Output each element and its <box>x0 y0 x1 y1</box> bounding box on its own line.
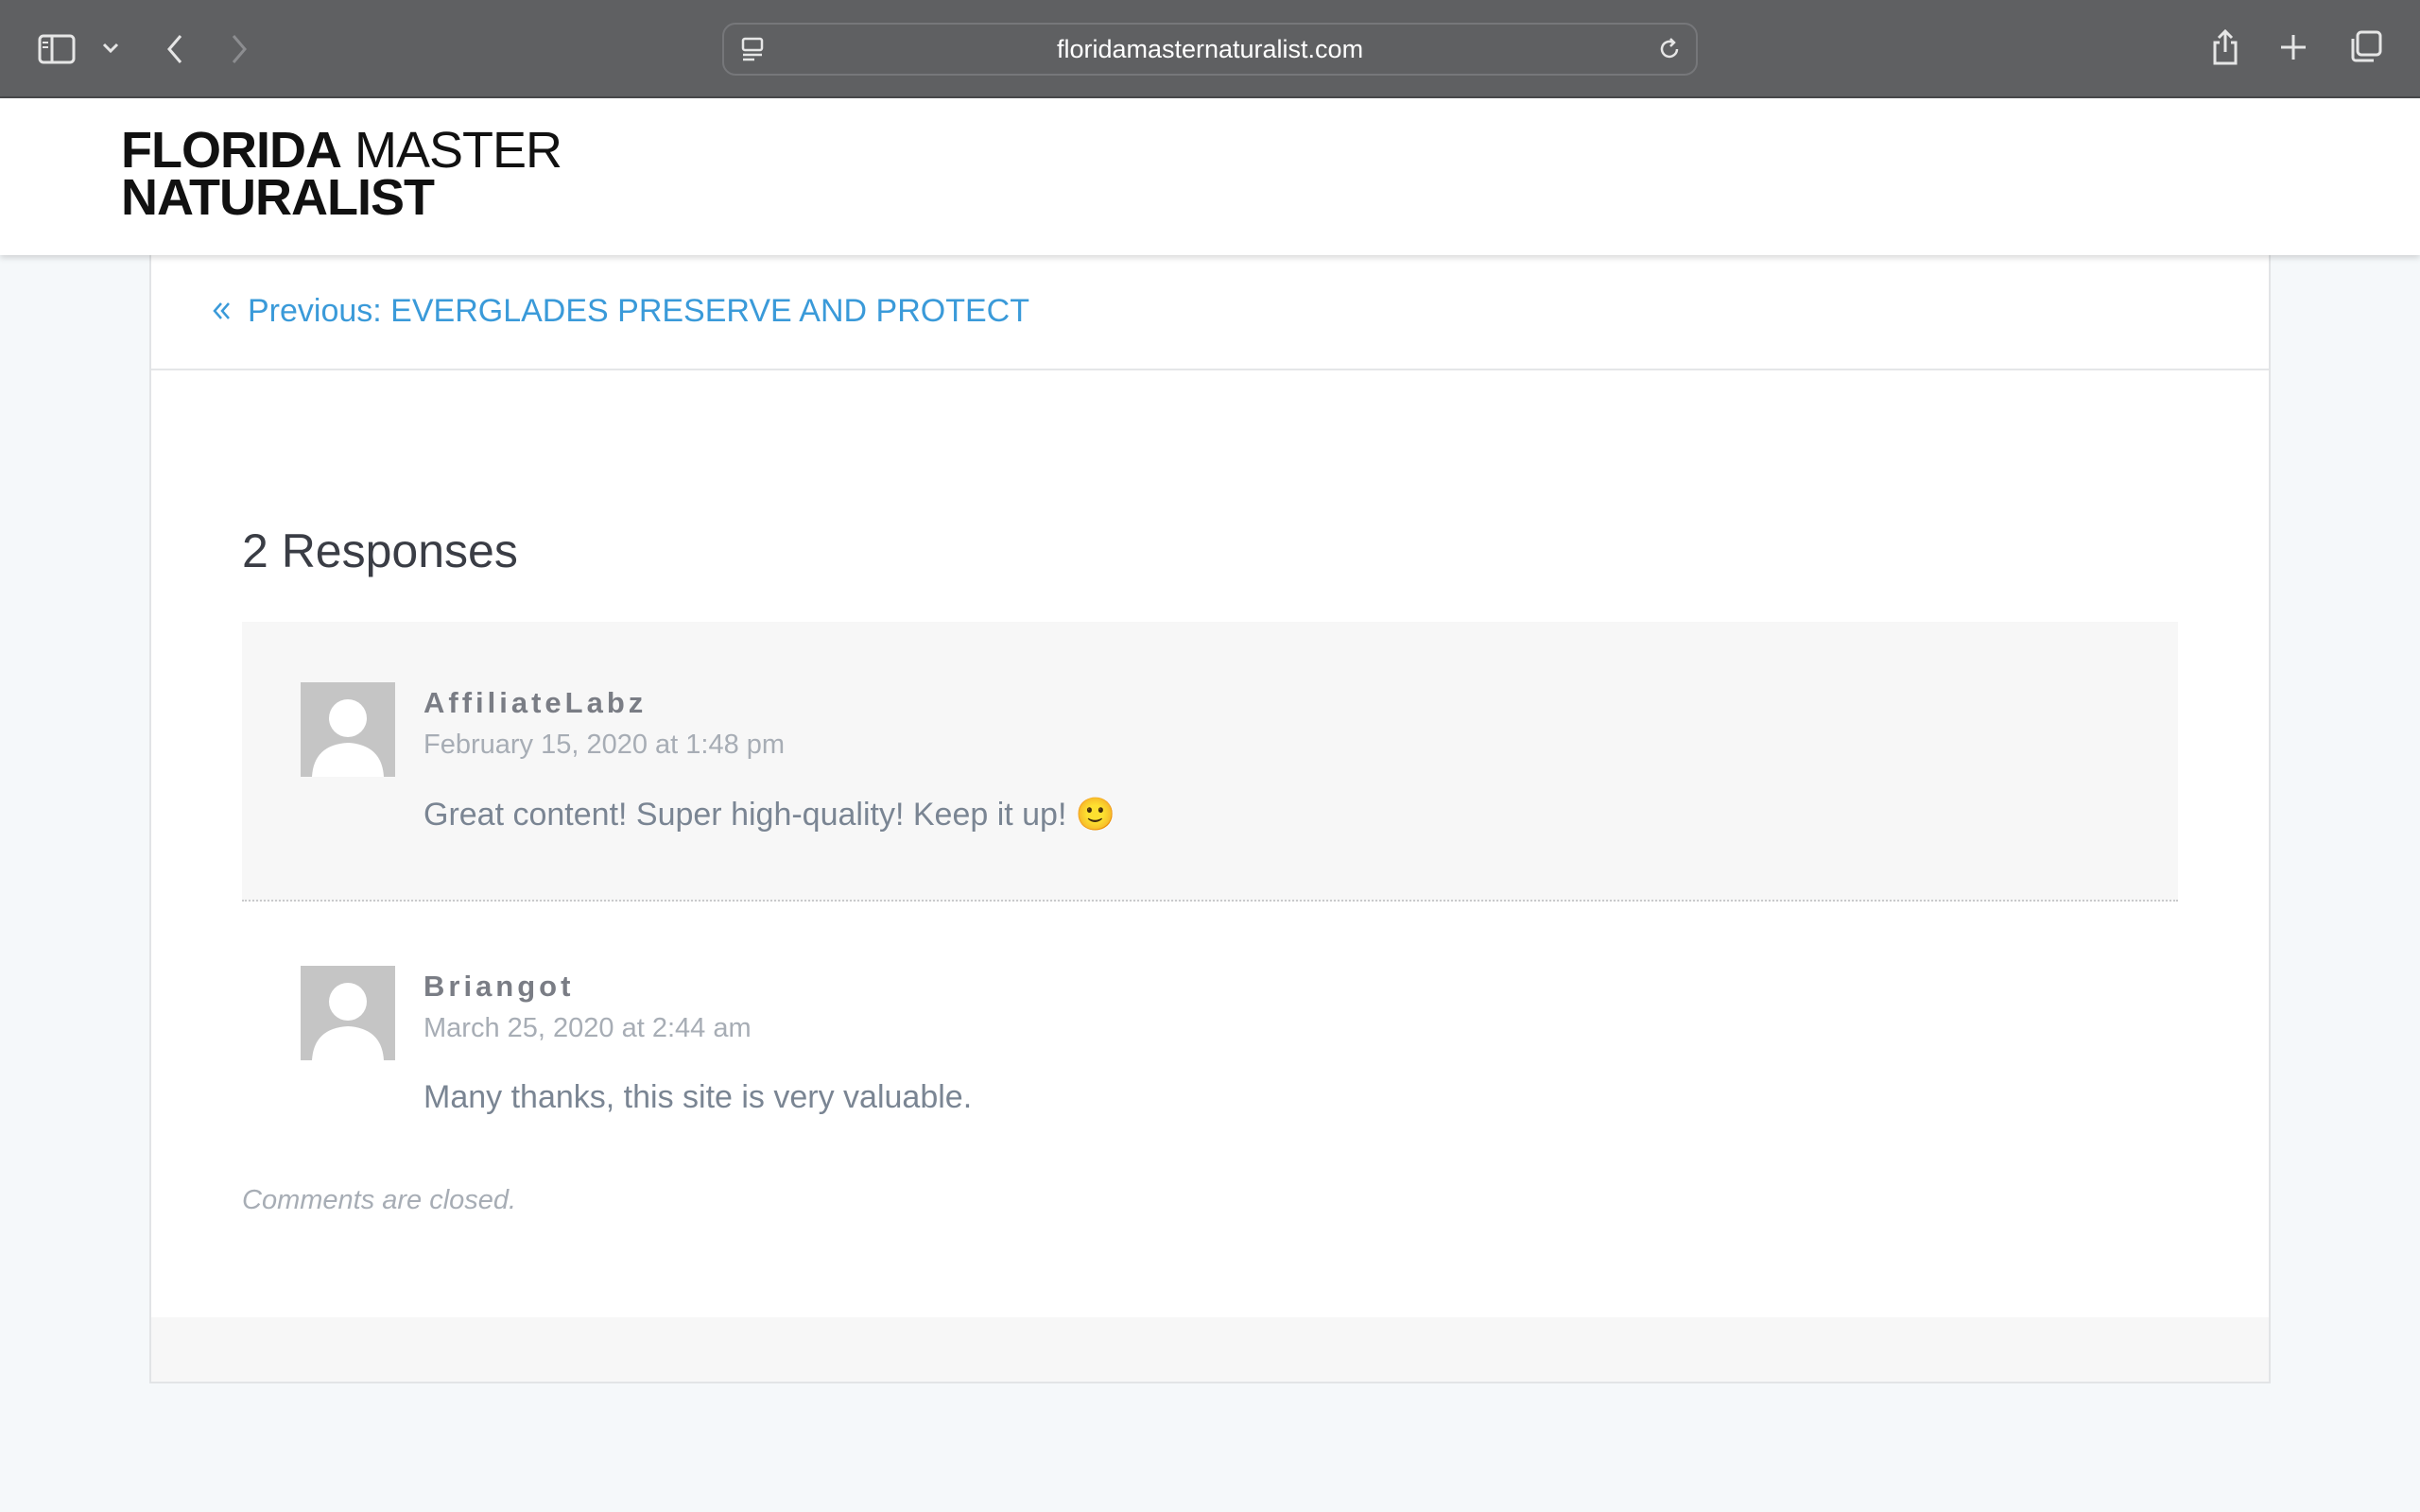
double-chevron-left-icon <box>212 287 233 335</box>
site-header: FLORIDA MASTER NATURALIST <box>0 98 2420 255</box>
tabs-icon[interactable] <box>2348 28 2384 64</box>
chevron-down-icon[interactable] <box>98 36 123 60</box>
comment-item: AffiliateLabz February 15, 2020 at 1:48 … <box>242 622 2178 902</box>
comment-text: Many thanks, this site is very valuable. <box>424 1079 973 1115</box>
comment-author[interactable]: Briangot <box>424 970 574 1004</box>
comment-date[interactable]: February 15, 2020 at 1:48 pm <box>424 730 785 761</box>
back-icon[interactable] <box>159 28 191 70</box>
sidebar-icon[interactable] <box>36 28 78 70</box>
card-footer <box>151 1317 2269 1382</box>
comments-closed-note: Comments are closed. <box>242 1185 517 1215</box>
comments-title: 2 Responses <box>242 524 518 577</box>
share-icon[interactable] <box>2208 25 2242 70</box>
reload-icon[interactable] <box>1654 34 1685 64</box>
previous-post-link[interactable]: Previous: EVERGLADES PRESERVE AND PROTEC… <box>212 287 1029 335</box>
address-bar[interactable]: floridamasternaturalist.com <box>722 23 1698 76</box>
content-card: Previous: EVERGLADES PRESERVE AND PROTEC… <box>149 248 2271 1383</box>
comment-author[interactable]: AffiliateLabz <box>424 686 647 720</box>
browser-toolbar: floridamasternaturalist.com <box>0 0 2420 98</box>
avatar <box>301 682 395 777</box>
avatar <box>301 966 395 1060</box>
url-text: floridamasternaturalist.com <box>1056 35 1364 63</box>
logo-word-naturalist: NATURALIST <box>121 169 435 226</box>
plus-icon[interactable] <box>2276 30 2310 64</box>
divider <box>151 369 2269 370</box>
comment-date[interactable]: March 25, 2020 at 2:44 am <box>424 1013 752 1044</box>
forward-icon[interactable] <box>223 28 255 70</box>
site-logo[interactable]: FLORIDA MASTER NATURALIST <box>121 125 562 223</box>
comment-item: Briangot March 25, 2020 at 2:44 am Many … <box>242 902 2178 1185</box>
comment-text: Great content! Super high-quality! Keep … <box>424 797 1116 833</box>
previous-post-label: Previous: EVERGLADES PRESERVE AND PROTEC… <box>248 293 1029 329</box>
